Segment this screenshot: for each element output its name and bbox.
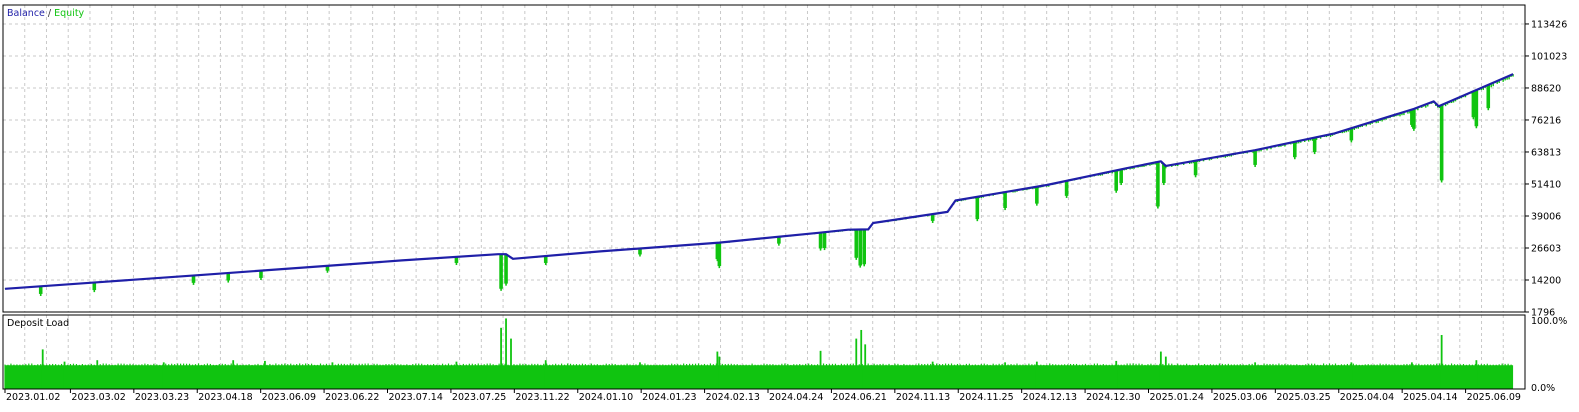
x-tick-label: 2024.11.13 — [896, 392, 950, 403]
y-tick-label: 14200 — [1531, 275, 1561, 286]
x-tick-label: 2024.02.13 — [706, 392, 760, 403]
legend-separator: / — [45, 8, 54, 19]
y-tick-label: 100.0% — [1531, 316, 1567, 327]
x-tick-label: 2023.11.22 — [515, 392, 569, 403]
x-tick-label: 2024.04.24 — [769, 392, 823, 403]
x-tick-label: 2025.03.25 — [1276, 392, 1330, 403]
report-chart: 113426 101023 88620 76216 63813 51410 39006 266… — [0, 0, 1579, 408]
x-tick-label: 2025.06.09 — [1467, 392, 1521, 403]
y-tick-label: 0.0% — [1531, 383, 1555, 394]
y-tick-label: 113426 — [1531, 19, 1567, 30]
y-tick-label: 101023 — [1531, 51, 1567, 62]
balance-equity-report: 113426 101023 88620 76216 63813 51410 39006 266… — [0, 0, 1579, 408]
x-tick-label: 2024.12.13 — [1023, 392, 1077, 403]
x-tick-label: 2023.06.22 — [325, 392, 379, 403]
y-tick-label: 26603 — [1531, 243, 1561, 254]
x-tick-label: 2025.01.24 — [1150, 392, 1204, 403]
y-tick-label: 51410 — [1531, 179, 1561, 190]
deposit-load-title: Deposit Load — [7, 318, 69, 329]
x-tick-label: 2024.01.10 — [579, 392, 633, 403]
x-tick-label: 2023.03.02 — [71, 392, 125, 403]
x-tick-label: 2023.01.02 — [6, 392, 60, 403]
y-tick-label: 88620 — [1531, 83, 1561, 94]
x-tick-label: 2023.04.18 — [198, 392, 252, 403]
legend-balance: Balance — [7, 8, 45, 19]
x-tick-label: 2025.04.04 — [1340, 392, 1394, 403]
x-tick-label: 2023.07.14 — [389, 392, 443, 403]
legend-equity: Equity — [54, 8, 84, 19]
x-tick-label: 2024.01.23 — [642, 392, 696, 403]
x-tick-label: 2025.04.14 — [1403, 392, 1457, 403]
x-tick-label: 2023.07.25 — [452, 392, 506, 403]
x-tick-label: 2023.06.09 — [262, 392, 316, 403]
x-tick-label: 2024.06.21 — [832, 392, 886, 403]
x-tick-label: 2024.12.30 — [1086, 392, 1140, 403]
x-tick-label: 2025.03.06 — [1213, 392, 1267, 403]
x-tick-label: 2024.11.25 — [959, 392, 1013, 403]
y-tick-label: 39006 — [1531, 211, 1561, 222]
y-tick-label: 76216 — [1531, 115, 1561, 126]
y-tick-label: 63813 — [1531, 147, 1561, 158]
legend: Balance / Equity — [7, 8, 85, 19]
x-tick-label: 2023.03.23 — [135, 392, 189, 403]
chart-background — [0, 0, 1579, 408]
